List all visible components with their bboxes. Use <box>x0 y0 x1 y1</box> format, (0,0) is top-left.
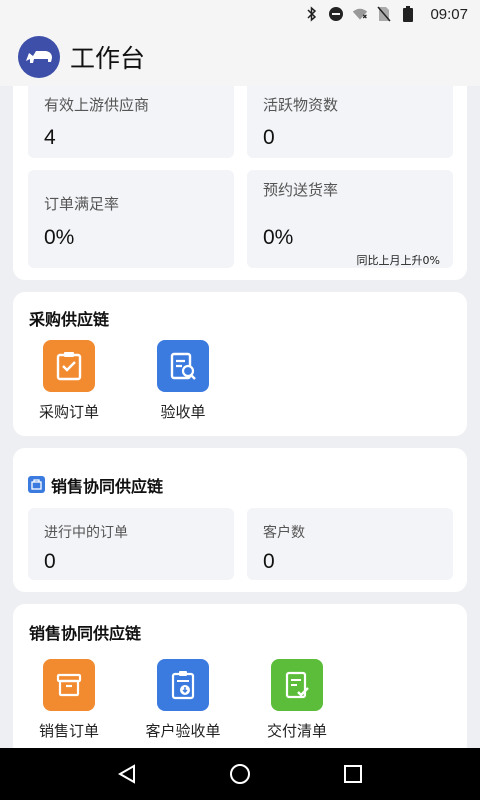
recents-icon[interactable] <box>333 754 373 794</box>
bluetooth-icon <box>304 6 320 22</box>
sales-icon <box>28 476 45 493</box>
sales-stats-card: 销售协同供应链 进行中的订单 0 客户数 0 <box>13 448 467 592</box>
stat-upstream-suppliers[interactable]: 有效上游供应商 4 <box>28 86 234 158</box>
clipboard-check-icon <box>43 340 95 392</box>
stat-value: 0% <box>263 226 294 249</box>
document-search-icon <box>157 340 209 392</box>
stat-label: 活跃物资数 <box>263 96 339 114</box>
home-icon[interactable] <box>220 754 260 794</box>
clock: 09:07 <box>430 5 468 23</box>
delivery-list-button[interactable]: 交付清单 <box>242 659 352 741</box>
scroll-content[interactable]: 有效上游供应商 4 活跃物资数 0 订单满足率 0% 预约送货率 0% 同比上月… <box>0 86 480 748</box>
stat-label: 有效上游供应商 <box>44 96 150 114</box>
rhino-logo-icon <box>18 36 60 78</box>
status-bar: 09:07 <box>0 0 480 28</box>
system-nav-bar <box>0 748 480 800</box>
page-title: 工作台 <box>70 44 146 73</box>
stat-value: 4 <box>44 126 56 149</box>
stat-label: 订单满足率 <box>44 195 120 213</box>
clipboard-download-icon <box>157 659 209 711</box>
stat-order-fulfillment-rate[interactable]: 订单满足率 0% <box>28 170 234 268</box>
section-title: 销售协同供应链 <box>29 624 142 643</box>
summary-card: 有效上游供应商 4 活跃物资数 0 订单满足率 0% 预约送货率 0% 同比上月… <box>13 86 467 280</box>
stat-scheduled-delivery-rate[interactable]: 预约送货率 0% 同比上月上升0% <box>247 170 453 268</box>
stat-label: 进行中的订单 <box>44 525 128 541</box>
battery-icon <box>400 6 416 22</box>
back-icon[interactable] <box>107 754 147 794</box>
stat-customer-count[interactable]: 客户数 0 <box>247 508 453 580</box>
stat-value: 0 <box>263 550 275 573</box>
yoy-note: 同比上月上升0% <box>356 254 440 267</box>
section-title: 销售协同供应链 <box>51 477 164 496</box>
section-title: 采购供应链 <box>29 310 110 329</box>
tile-label: 采购订单 <box>38 403 99 421</box>
stat-active-materials[interactable]: 活跃物资数 0 <box>247 86 453 158</box>
stat-value: 0% <box>44 226 75 249</box>
stat-label: 客户数 <box>263 525 305 541</box>
stat-orders-in-progress[interactable]: 进行中的订单 0 <box>28 508 234 580</box>
stat-value: 0 <box>44 550 56 573</box>
tile-label: 销售订单 <box>38 722 99 740</box>
acceptance-slip-button[interactable]: 验收单 <box>128 340 238 422</box>
tile-label: 验收单 <box>160 403 206 421</box>
wifi-icon <box>352 6 368 22</box>
no-sim-icon <box>376 6 392 22</box>
tile-label: 客户验收单 <box>145 722 221 740</box>
purchase-chain-card: 采购供应链 采购订单 验收单 <box>13 292 467 436</box>
tile-label: 交付清单 <box>266 722 327 740</box>
app-bar: 工作台 <box>0 28 480 86</box>
document-check-icon <box>271 659 323 711</box>
sales-chain-card: 销售协同供应链 销售订单 客户验收单 交付清单 <box>13 604 467 748</box>
stat-value: 0 <box>263 126 275 149</box>
customer-acceptance-button[interactable]: 客户验收单 <box>128 659 238 741</box>
do-not-disturb-icon <box>328 6 344 22</box>
purchase-order-button[interactable]: 采购订单 <box>14 340 124 422</box>
stat-label: 预约送货率 <box>263 181 339 199</box>
sales-order-button[interactable]: 销售订单 <box>14 659 124 741</box>
archive-box-icon <box>43 659 95 711</box>
